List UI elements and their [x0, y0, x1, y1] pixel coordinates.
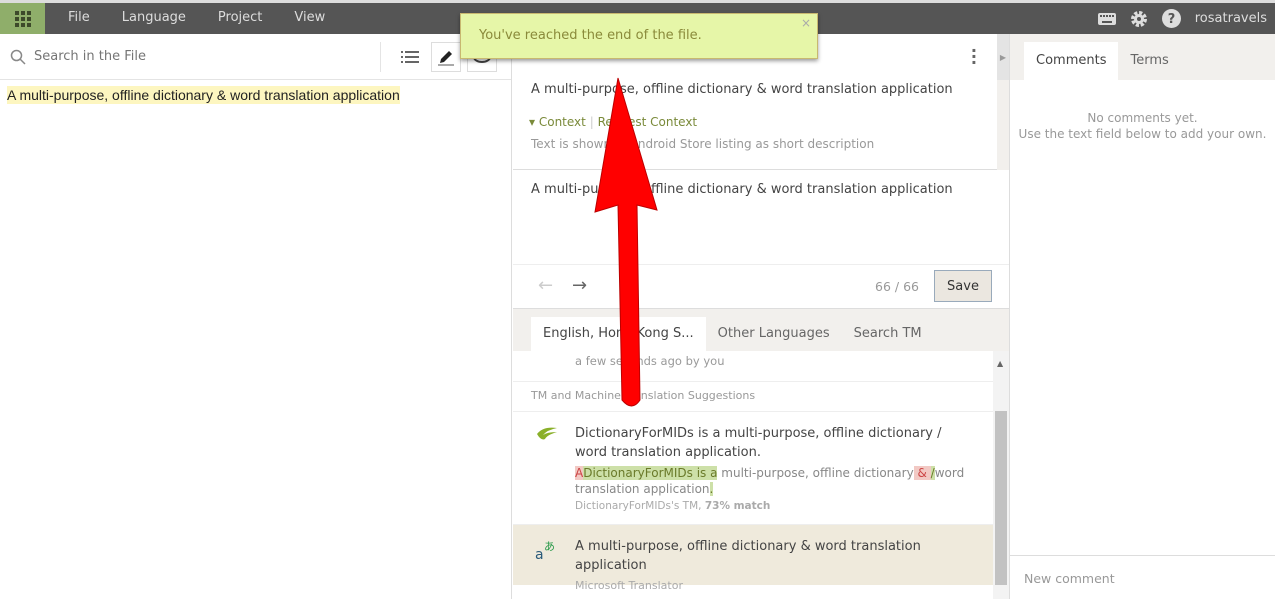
- toast-message: You've reached the end of the file.: [479, 28, 702, 43]
- source-text: A multi-purpose, offline dictionary & wo…: [531, 82, 953, 97]
- mt-text: A multi-purpose, offline dictionary & wo…: [575, 539, 921, 573]
- mt-suggestion[interactable]: aあ A multi-purpose, offline dictionary &…: [513, 525, 993, 592]
- list-view-icon[interactable]: [395, 42, 425, 72]
- tab-terms[interactable]: Terms: [1118, 42, 1180, 80]
- request-context-link[interactable]: Request Context: [598, 115, 698, 129]
- svg-text:?: ?: [1167, 12, 1175, 27]
- context-note: Text is shown in Android Store listing a…: [531, 137, 875, 151]
- edit-mode-icon[interactable]: [431, 42, 461, 72]
- diff-same: multi-purpose, offline dictionary: [717, 466, 914, 480]
- diff-deleted: A: [575, 466, 584, 480]
- svg-text:あ: あ: [544, 540, 555, 553]
- tm-suggestion[interactable]: DictionaryForMIDs is a multi-purpose, of…: [513, 412, 993, 525]
- mt-source: Microsoft Translator: [575, 579, 683, 592]
- translator-icon: aあ: [535, 540, 555, 561]
- svg-text:a: a: [535, 547, 544, 561]
- collapse-panel-icon[interactable]: ▶: [997, 34, 1009, 80]
- search-input[interactable]: [34, 49, 374, 64]
- tab-current-language[interactable]: English, Hong Kong S...: [531, 317, 706, 351]
- menu-language[interactable]: Language: [106, 3, 202, 34]
- menu-file[interactable]: File: [52, 3, 106, 34]
- tab-search-tm[interactable]: Search TM: [842, 317, 934, 351]
- translation-timestamp: a few seconds ago by you: [513, 351, 1009, 382]
- help-icon[interactable]: ?: [1161, 9, 1181, 28]
- tm-match: 73% match: [704, 500, 771, 512]
- source-panel: A multi-purpose, offline dictionary & wo…: [0, 34, 512, 599]
- context-toggle[interactable]: ▾ Context: [529, 115, 586, 129]
- end-of-file-toast: You've reached the end of the file. ×: [460, 13, 818, 59]
- section-heading: TM and Machine Translation Suggestions: [513, 382, 1009, 412]
- previous-arrow-icon[interactable]: ←: [538, 275, 553, 296]
- scrollbar[interactable]: ▲: [993, 351, 1009, 599]
- close-icon[interactable]: ×: [801, 16, 811, 30]
- search-icon: [10, 49, 26, 65]
- new-comment-input[interactable]: New comment: [1010, 555, 1275, 599]
- tm-logo-icon: [537, 427, 557, 440]
- tab-comments[interactable]: Comments: [1024, 42, 1119, 80]
- suggestions-list: a few seconds ago by you TM and Machine …: [513, 351, 1009, 599]
- context-label: Context: [538, 115, 586, 129]
- diff-inserted: .: [709, 482, 714, 496]
- editor-panel: Text for Translation ··· A multi-purpose…: [513, 34, 1009, 599]
- keyboard-icon[interactable]: [1097, 12, 1116, 25]
- comments-panel: Comments Terms No comments yet. Use the t…: [1009, 34, 1275, 599]
- no-comments-text: No comments yet.: [1087, 111, 1198, 125]
- user-name[interactable]: rosatravels: [1195, 11, 1267, 26]
- tm-text: DictionaryForMIDs is a multi-purpose, of…: [575, 426, 942, 460]
- source-string[interactable]: A multi-purpose, offline dictionary & wo…: [7, 86, 400, 104]
- tm-source: DictionaryForMIDs's TM,: [575, 500, 705, 512]
- more-options-icon[interactable]: · · ·: [971, 43, 977, 71]
- next-arrow-icon[interactable]: →: [572, 275, 587, 296]
- diff-deleted: &: [913, 466, 931, 480]
- diff-inserted: DictionaryForMIDs is a: [583, 466, 718, 480]
- tm-diff: ADictionaryForMIDs is a multi-purpose, o…: [575, 465, 973, 497]
- apps-grid-icon[interactable]: [0, 3, 45, 34]
- menu-view[interactable]: View: [278, 3, 341, 34]
- tab-other-languages[interactable]: Other Languages: [706, 317, 842, 351]
- menu-project[interactable]: Project: [202, 3, 278, 34]
- no-comments-hint: Use the text field below to add your own…: [1018, 127, 1267, 141]
- character-counter: 66 / 66: [875, 279, 919, 294]
- gear-icon[interactable]: [1130, 10, 1148, 28]
- save-button[interactable]: Save: [934, 270, 992, 302]
- translation-textarea[interactable]: A multi-purpose, offline dictionary & wo…: [513, 170, 1009, 265]
